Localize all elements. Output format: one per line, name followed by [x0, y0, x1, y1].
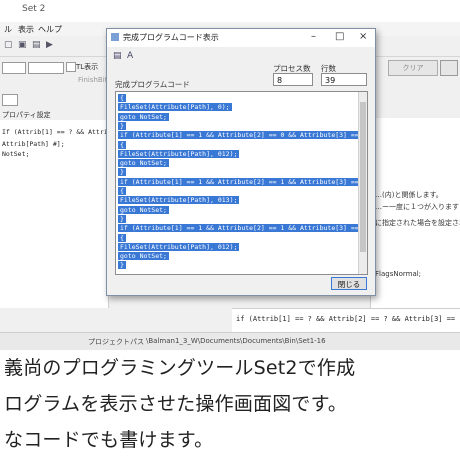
screenshot-frame: Set 2 ル 表示 ヘルプ ▢ ▣ ▤ ▶ TL表示 FinishBit プロ… — [0, 0, 460, 350]
process-count-field[interactable]: 8 — [273, 73, 313, 86]
code-field-label: 完成プログラムコード — [115, 80, 190, 89]
main-small-field[interactable] — [2, 94, 18, 106]
description-line: FlagsNormal; — [375, 270, 422, 278]
run-icon[interactable]: ▶ — [46, 40, 56, 50]
open-file-icon[interactable]: ▣ — [18, 40, 28, 50]
code-line: { — [118, 233, 126, 242]
menu-item-view[interactable]: 表示 — [18, 24, 34, 35]
status-project-path: \Balman1_3_W\Documents\Documents\Bin\Set… — [146, 337, 326, 345]
main-window-titlebar: Set 2 — [0, 0, 460, 23]
code-line: goto NotSet; — [118, 159, 169, 168]
code-line: goto NotSet; — [118, 252, 169, 261]
code-line: FileSet(Attribute[Path], 012); — [118, 149, 240, 158]
caption: 義尚のプログラミングツールSet2で作成 ログラムを表示させた操作画面図です。 … — [0, 352, 460, 460]
caption-line: なコードでも書けます。 — [4, 429, 214, 451]
main-extra-button[interactable] — [440, 60, 458, 76]
code-scrollbar[interactable] — [358, 92, 367, 274]
new-file-icon[interactable]: ▢ — [4, 40, 14, 50]
code-line: goto NotSet; — [118, 205, 169, 214]
status-project-path-label: プロジェクトパス — [88, 338, 144, 346]
code-line: } — [118, 261, 126, 270]
main-statusbar: プロジェクトパス \Balman1_3_W\Documents\Document… — [0, 332, 460, 350]
close-button[interactable]: 閉じる — [331, 277, 367, 290]
code-line: FileSet(Attribute[Path], 0); — [118, 103, 232, 112]
clear-button[interactable]: クリア — [388, 60, 438, 76]
main-combo-1[interactable] — [2, 62, 26, 74]
code-line: } — [118, 168, 126, 177]
main-window-title: Set 2 — [22, 4, 46, 14]
close-icon[interactable]: × — [359, 31, 367, 42]
maximize-icon[interactable]: □ — [335, 31, 344, 42]
main-code-pane[interactable]: If (Attrib[1] == ? && Attrib[ Attrib[Pat… — [0, 120, 116, 308]
bottom-code-line: if (Attrib[1] == ? && Attrib[2] == ? && … — [236, 315, 460, 323]
main-description-pane: …(内)と関係します。 …ー一度に１つが入ります に指定された場合を設定され F… — [370, 118, 460, 310]
main-bottom-code: if (Attrib[1] == ? && Attrib[2] == ? && … — [232, 308, 460, 333]
main-code-line: NotSet; — [2, 150, 30, 158]
code-line: if (Attribute[1] == 1 && Attribute[2] ==… — [118, 131, 367, 140]
description-line: に指定された場合を設定され — [375, 219, 460, 227]
code-line: { — [118, 94, 126, 102]
caption-line: ログラムを表示させた操作画面図です。 — [4, 393, 348, 415]
code-line: FileSet(Attribute[Path], 013); — [118, 196, 240, 205]
code-line: { — [118, 140, 126, 149]
minimize-icon[interactable]: – — [311, 31, 316, 42]
menu-item-tool[interactable]: ル — [4, 24, 12, 35]
property-label: プロパティ設定 — [2, 111, 51, 119]
font-icon[interactable]: A — [127, 51, 133, 61]
line-count-field[interactable]: 39 — [321, 73, 367, 86]
dialog-app-icon — [111, 33, 119, 41]
tl-option-label: TL表示 — [76, 63, 99, 71]
dialog-titlebar: 完成プログラムコード表示 – □ × — [107, 29, 375, 47]
code-line: if (Attribute[1] == 1 && Attribute[2] ==… — [118, 224, 367, 233]
code-line: } — [118, 121, 126, 130]
copy-icon[interactable]: ▤ — [113, 51, 122, 61]
menu-item-help[interactable]: ヘルプ — [38, 24, 62, 35]
code-scrollbar-thumb[interactable] — [360, 102, 366, 252]
code-line: goto NotSet; — [118, 112, 169, 121]
main-combo-2[interactable] — [28, 62, 64, 74]
caption-line: 義尚のプログラミングツールSet2で作成 — [4, 357, 356, 379]
main-code-line: Attrib[Path] #]; — [2, 140, 65, 148]
code-line: { — [118, 187, 126, 195]
finish-bit-label: FinishBit — [78, 76, 108, 84]
code-view-dialog: 完成プログラムコード表示 – □ × ▤ A 完成プログラムコード プロセス数 … — [106, 28, 376, 296]
description-line: …ー一度に１つが入ります — [375, 203, 459, 211]
dialog-title: 完成プログラムコード表示 — [123, 33, 219, 42]
save-icon[interactable]: ▤ — [32, 40, 42, 50]
code-line: FileSet(Attribute[Path], 012); — [118, 242, 240, 251]
code-textarea[interactable]: } goto NotSet; FileSet(Attribute[Path], … — [115, 91, 368, 275]
tl-option-checkbox[interactable] — [66, 62, 76, 72]
code-line: if (Attribute[1] == 1 && Attribute[2] ==… — [118, 177, 367, 186]
main-code-line: If (Attrib[1] == ? && Attrib[ — [2, 128, 116, 136]
code-line: } — [118, 214, 126, 223]
description-line: …(内)と関係します。 — [375, 191, 443, 199]
